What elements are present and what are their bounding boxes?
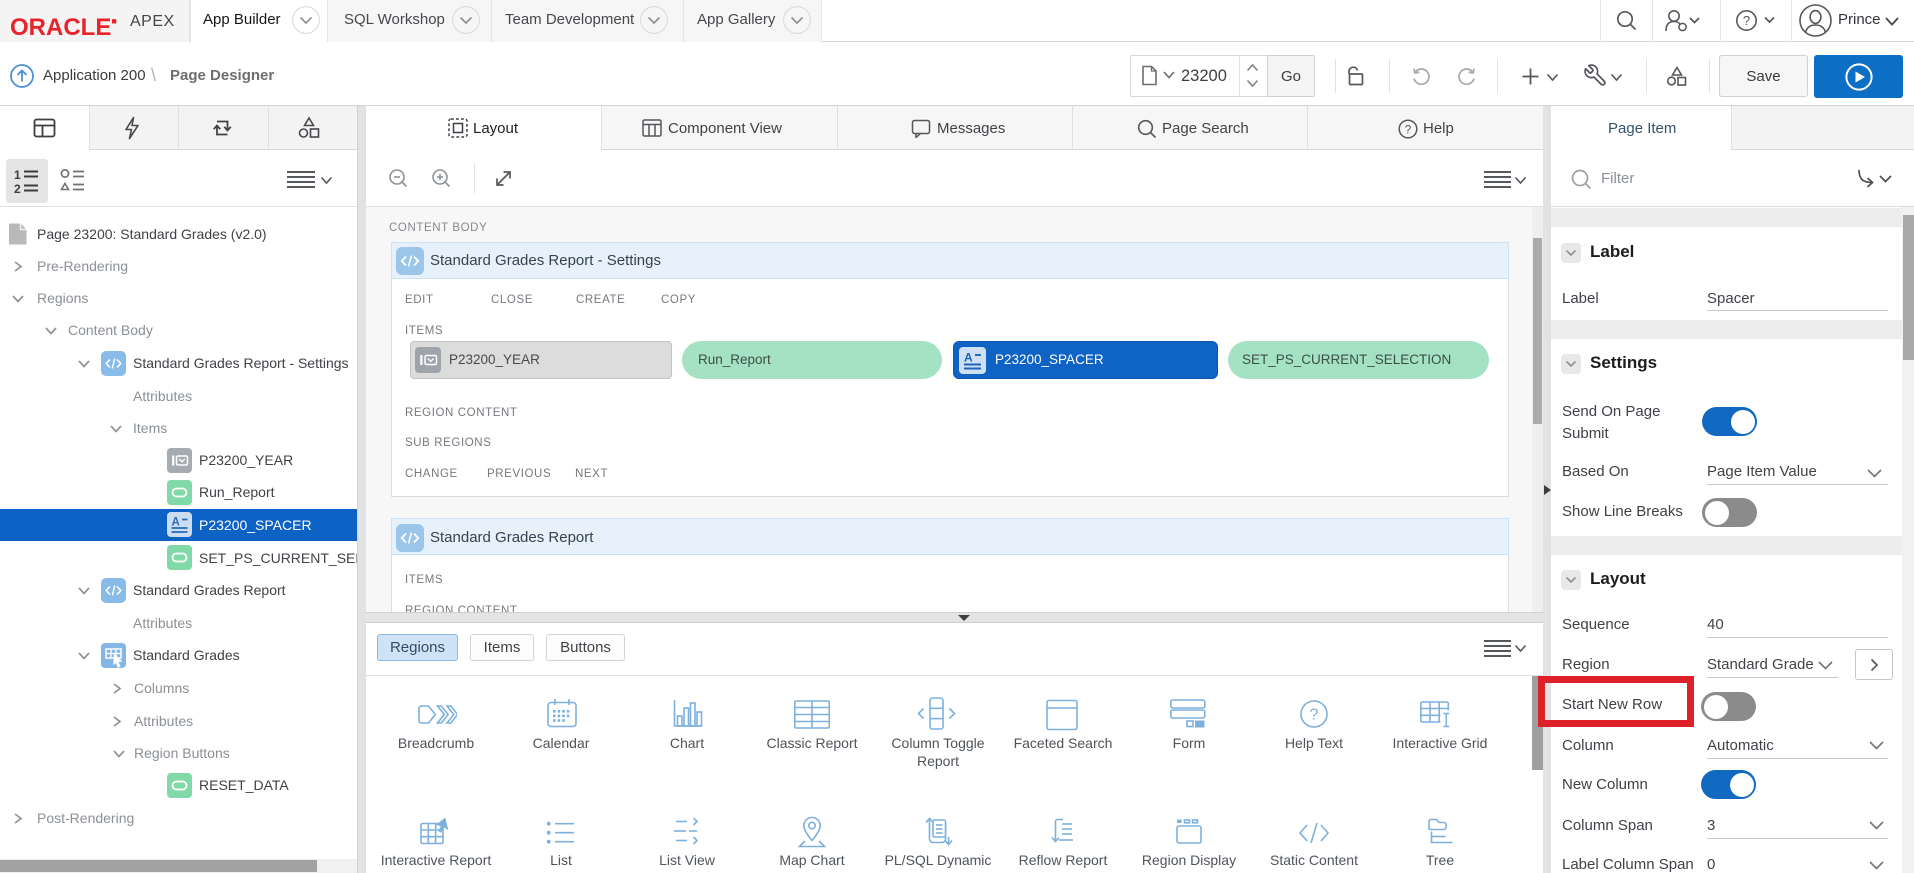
svg-text:A: A: [964, 351, 973, 365]
svg-text:A: A: [172, 517, 180, 529]
svg-text:?: ?: [1405, 122, 1412, 136]
svg-text:1: 1: [14, 168, 21, 182]
svg-text:?: ?: [1743, 13, 1750, 28]
svg-text:?: ?: [1310, 707, 1319, 724]
svg-text:2: 2: [14, 182, 21, 195]
